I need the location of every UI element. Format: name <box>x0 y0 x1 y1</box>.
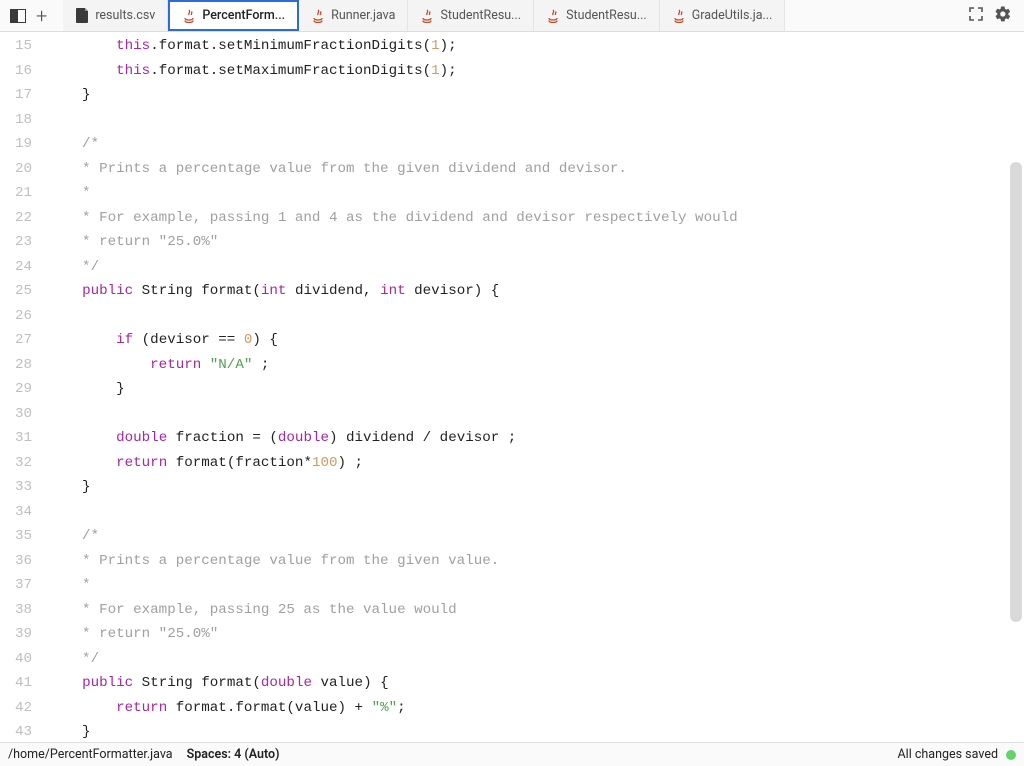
line-number: 43 <box>0 720 32 742</box>
tab-3[interactable]: StudentResu... <box>408 0 534 31</box>
line-number: 41 <box>0 671 32 696</box>
tab-4[interactable]: StudentResu... <box>534 0 660 31</box>
code-line: * For example, passing 1 and 4 as the di… <box>48 206 1024 231</box>
csv-file-icon <box>75 9 89 23</box>
code-line <box>48 304 1024 329</box>
code-line: } <box>48 720 1024 742</box>
line-number: 17 <box>0 83 32 108</box>
line-number: 40 <box>0 647 32 672</box>
file-path[interactable]: /home/PercentFormatter.java <box>8 747 173 762</box>
line-number: 38 <box>0 598 32 623</box>
line-number: 37 <box>0 573 32 598</box>
line-number: 15 <box>0 34 32 59</box>
line-gutter: 1516171819202122232425262728293031323334… <box>0 32 40 742</box>
tab-label: results.csv <box>95 8 155 23</box>
line-number: 32 <box>0 451 32 476</box>
line-number: 22 <box>0 206 32 231</box>
java-file-icon <box>420 9 434 23</box>
indentation-setting[interactable]: Spaces: 4 (Auto) <box>187 747 280 762</box>
code-line: this.format.setMinimumFractionDigits(1); <box>48 34 1024 59</box>
tabbar-left: + <box>4 6 57 26</box>
tabs-container: results.csv PercentForm... Runner.java Stud… <box>63 0 960 31</box>
code-line: */ <box>48 255 1024 280</box>
line-number: 19 <box>0 132 32 157</box>
java-file-icon <box>182 9 196 23</box>
tab-1[interactable]: PercentForm... <box>168 0 299 31</box>
tab-label: StudentResu... <box>566 8 647 23</box>
code-line: public String format(double value) { <box>48 671 1024 696</box>
tab-2[interactable]: Runner.java <box>299 0 408 31</box>
code-line: this.format.setMaximumFractionDigits(1); <box>48 59 1024 84</box>
line-number: 27 <box>0 328 32 353</box>
status-bar: /home/PercentFormatter.java Spaces: 4 (A… <box>0 742 1024 766</box>
line-number: 34 <box>0 500 32 525</box>
line-number: 30 <box>0 402 32 427</box>
files-panel-icon[interactable] <box>10 9 26 23</box>
line-number: 28 <box>0 353 32 378</box>
line-number: 29 <box>0 377 32 402</box>
line-number: 23 <box>0 230 32 255</box>
line-number: 31 <box>0 426 32 451</box>
tab-label: PercentForm... <box>202 8 285 23</box>
line-number: 33 <box>0 475 32 500</box>
code-line: return "N/A" ; <box>48 353 1024 378</box>
code-line: * For example, passing 25 as the value w… <box>48 598 1024 623</box>
tab-label: GradeUtils.ja... <box>692 8 773 23</box>
settings-icon[interactable] <box>994 5 1012 27</box>
code-area[interactable]: this.format.setMinimumFractionDigits(1);… <box>40 32 1024 742</box>
code-line: } <box>48 475 1024 500</box>
java-file-icon <box>311 9 325 23</box>
scrollbar-thumb[interactable] <box>1010 162 1022 622</box>
line-number: 26 <box>0 304 32 329</box>
line-number: 35 <box>0 524 32 549</box>
code-line: public String format(int dividend, int d… <box>48 279 1024 304</box>
tab-label: Runner.java <box>331 8 395 23</box>
code-line: } <box>48 83 1024 108</box>
line-number: 39 <box>0 622 32 647</box>
line-number: 25 <box>0 279 32 304</box>
code-line: * <box>48 181 1024 206</box>
code-line: return format.format(value) + "%"; <box>48 696 1024 721</box>
code-line: * return "25.0%" <box>48 230 1024 255</box>
line-number: 18 <box>0 108 32 133</box>
code-line: return format(fraction*100) ; <box>48 451 1024 476</box>
code-line: */ <box>48 647 1024 672</box>
code-line: * Prints a percentage value from the giv… <box>48 549 1024 574</box>
line-number: 36 <box>0 549 32 574</box>
code-line: * <box>48 573 1024 598</box>
code-line <box>48 500 1024 525</box>
tab-0[interactable]: results.csv <box>63 0 168 31</box>
fullscreen-icon[interactable] <box>968 6 984 26</box>
tab-label: StudentResu... <box>440 8 521 23</box>
code-line: if (devisor == 0) { <box>48 328 1024 353</box>
tab-5[interactable]: GradeUtils.ja... <box>660 0 786 31</box>
line-number: 24 <box>0 255 32 280</box>
line-number: 20 <box>0 157 32 182</box>
java-file-icon <box>546 9 560 23</box>
tab-bar: + results.csv PercentForm... Runner.java St… <box>0 0 1024 32</box>
editor[interactable]: 1516171819202122232425262728293031323334… <box>0 32 1024 742</box>
code-line: * return "25.0%" <box>48 622 1024 647</box>
code-line: } <box>48 377 1024 402</box>
save-status-dot <box>1006 750 1016 760</box>
code-line: /* <box>48 524 1024 549</box>
line-number: 21 <box>0 181 32 206</box>
line-number: 42 <box>0 696 32 721</box>
code-line <box>48 402 1024 427</box>
java-file-icon <box>672 9 686 23</box>
code-line: * Prints a percentage value from the giv… <box>48 157 1024 182</box>
line-number: 16 <box>0 59 32 84</box>
new-tab-button[interactable]: + <box>32 6 51 26</box>
tabbar-right <box>960 5 1020 27</box>
save-status-text: All changes saved <box>898 747 998 762</box>
code-line <box>48 108 1024 133</box>
code-line: /* <box>48 132 1024 157</box>
code-line: double fraction = (double) dividend / de… <box>48 426 1024 451</box>
